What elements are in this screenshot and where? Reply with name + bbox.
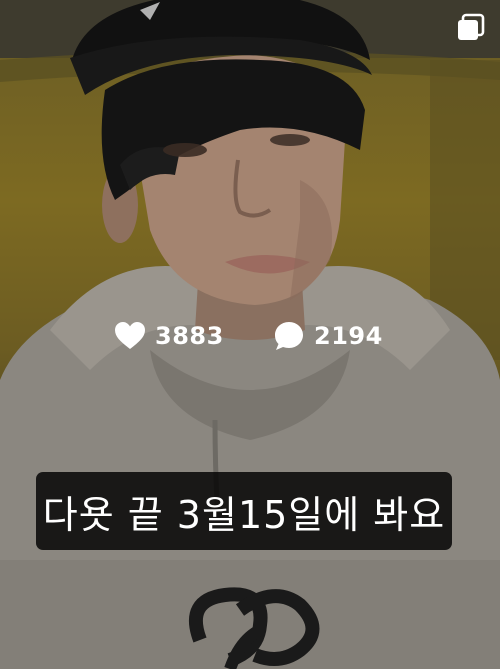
comments-count: 2194 (314, 322, 383, 350)
heart-icon (115, 322, 145, 349)
post-thumbnail[interactable]: 3883 2194 다욧 끝 3월15일에 봐요 (0, 0, 500, 669)
caption-text: 다욧 끝 3월15일에 봐요 (42, 492, 446, 537)
likes-count: 3883 (155, 322, 224, 350)
caption-overlay: 다욧 끝 3월15일에 봐요 (36, 472, 452, 550)
comment-bubble-icon (275, 322, 303, 350)
comments-stat: 2194 (272, 312, 383, 360)
post-stats-overlay: 3883 2194 (0, 312, 500, 360)
multiple-photos-icon (458, 13, 485, 40)
likes-stat: 3883 (113, 312, 224, 360)
